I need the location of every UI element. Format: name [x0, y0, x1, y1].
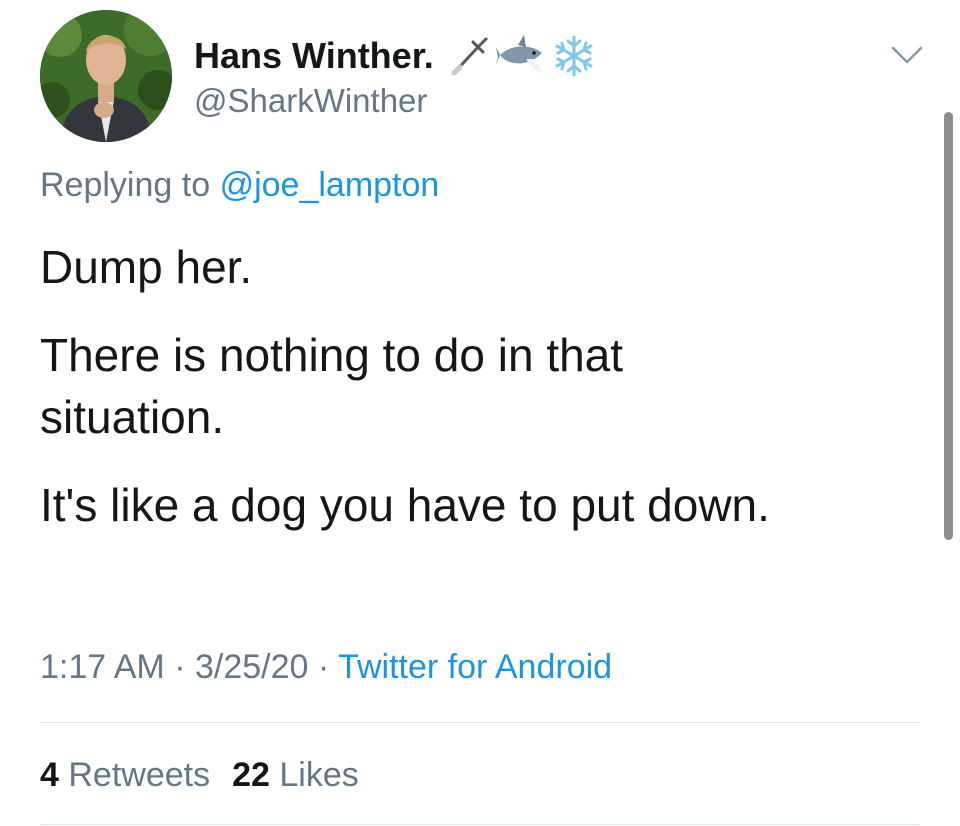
retweets-count: 4: [40, 756, 59, 794]
replying-to: Replying to @joe_lampton: [40, 164, 439, 206]
snowflake-icon: [555, 35, 593, 77]
replying-prefix: Replying to: [40, 166, 211, 204]
meta-separator: ·: [317, 648, 330, 686]
reply-mention-link[interactable]: @joe_lampton: [220, 166, 440, 204]
chevron-down-icon[interactable]: [890, 42, 924, 68]
divider: [40, 824, 920, 825]
avatar[interactable]: [40, 10, 172, 142]
tweet-time[interactable]: 1:17 AM: [40, 648, 165, 686]
dagger-icon: [451, 37, 488, 76]
shark-icon: [495, 35, 542, 73]
likes-stat[interactable]: 22 Likes: [232, 756, 359, 794]
retweets-stat[interactable]: 4 Retweets: [40, 756, 210, 794]
tweet-date[interactable]: 3/25/20: [195, 648, 308, 686]
tweet-paragraph: It's like a dog you have to put down.: [40, 479, 770, 531]
likes-label: Likes: [279, 756, 359, 794]
avatar-photo: [40, 10, 172, 142]
tweet-stats: 4 Retweets 22 Likes: [40, 754, 359, 796]
divider: [40, 722, 920, 723]
tweet-paragraph: Dump her.: [40, 241, 253, 293]
author-display-name[interactable]: Hans Winther.: [194, 34, 596, 78]
meta-separator: ·: [174, 648, 186, 686]
tweet-text: Dump her. There is nothing to do in that…: [40, 236, 920, 562]
author-handle[interactable]: @SharkWinther: [194, 82, 427, 120]
retweets-label: Retweets: [68, 756, 211, 794]
likes-count: 22: [232, 756, 270, 794]
tweet-paragraph: There is nothing to do in that situation…: [40, 329, 624, 443]
scrollbar[interactable]: [944, 112, 953, 540]
name-emojis: [448, 34, 596, 78]
tweet-source-link[interactable]: Twitter for Android: [338, 648, 612, 686]
display-name-text: Hans Winther.: [194, 35, 434, 76]
tweet-meta: 1:17 AM · 3/25/20 · Twitter for Android: [40, 646, 612, 688]
